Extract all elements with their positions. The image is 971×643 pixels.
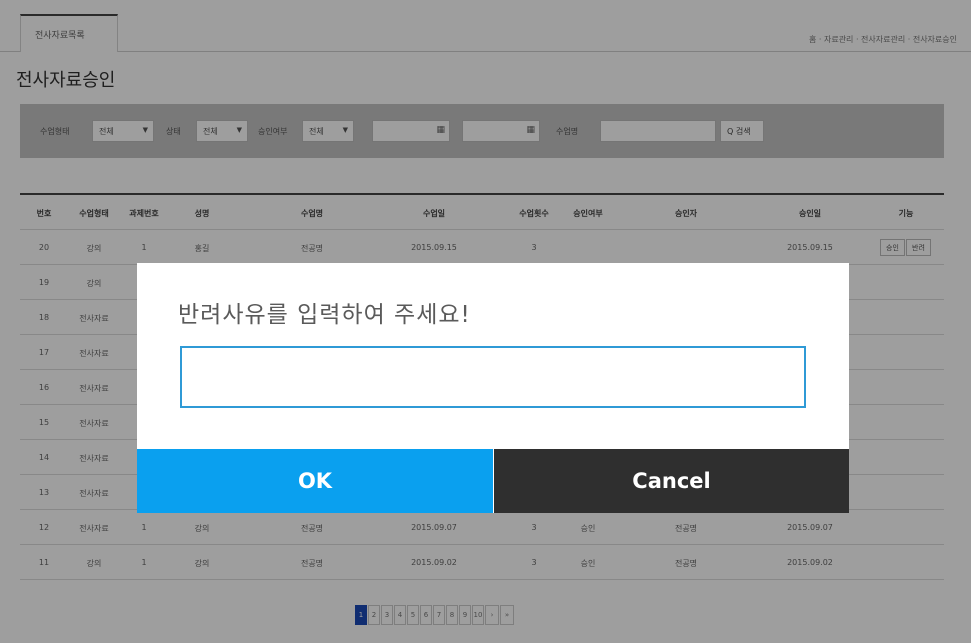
reject-reason-dialog: 반려사유를 입력하여 주세요! OK Cancel — [137, 263, 849, 513]
reject-reason-input[interactable] — [180, 346, 806, 408]
ok-button[interactable]: OK — [137, 449, 493, 513]
dialog-title: 반려사유를 입력하여 주세요! — [178, 302, 471, 328]
cancel-button[interactable]: Cancel — [494, 449, 849, 513]
